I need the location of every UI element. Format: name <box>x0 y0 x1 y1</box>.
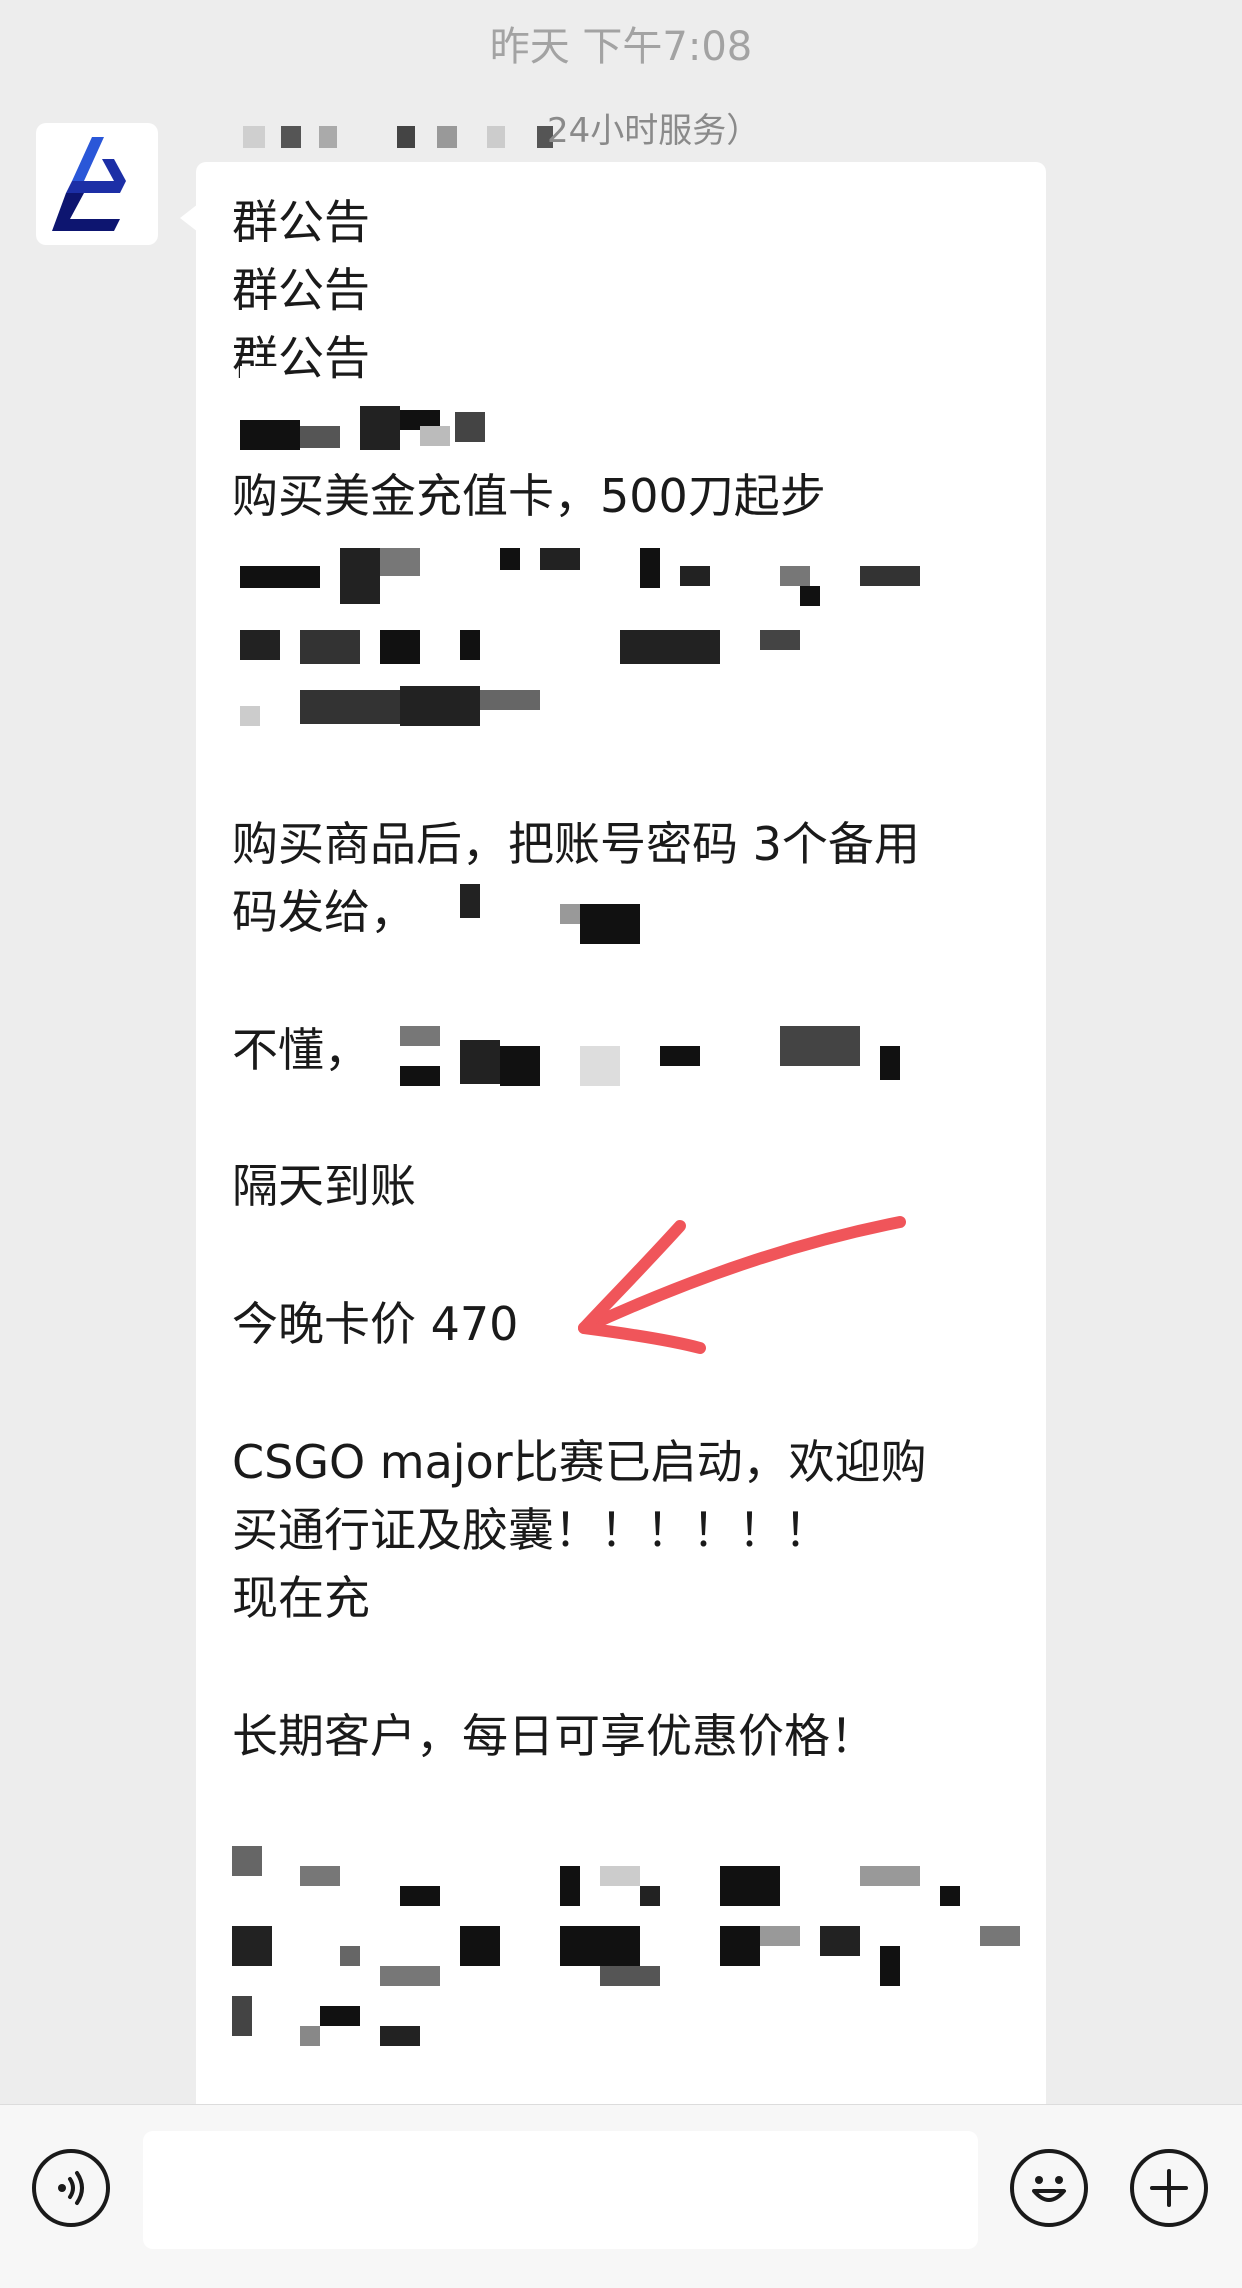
emoji-icon <box>1032 2176 1066 2202</box>
message-line: CSGO major比赛已启动，欢迎购 <box>232 1435 927 1489</box>
message-line-price: 今晚卡价 470 <box>232 1297 519 1351</box>
brand-logo-icon <box>52 137 126 231</box>
sender-name: 24小时服务） <box>237 106 837 156</box>
message-line: 群公告 <box>232 263 370 317</box>
message-line: 现在充 <box>232 1571 370 1625</box>
message-line: 购买美金充值卡，500刀起步 <box>232 469 826 523</box>
message-line: 长期客户，每日可享优惠价格！ <box>232 1709 876 1763</box>
message-input[interactable] <box>143 2131 978 2249</box>
composer-bar <box>0 2104 1242 2288</box>
voice-icon <box>58 2171 84 2205</box>
sender-name-text: 24小时服务） <box>547 111 761 151</box>
arrow-annotation-icon <box>578 1216 906 1354</box>
voice-button[interactable] <box>32 2149 110 2227</box>
plus-icon <box>1150 2169 1188 2207</box>
message-line: 码发给， <box>232 885 416 939</box>
chat-timestamp: 昨天 下午7:08 <box>489 24 753 70</box>
sender-avatar[interactable] <box>36 123 158 245</box>
more-button[interactable] <box>1130 2149 1208 2227</box>
message-line: 买通行证及胶囊！！！！！！ <box>232 1503 830 1557</box>
emoji-button[interactable] <box>1010 2149 1088 2227</box>
message-line: 不懂， <box>232 1023 370 1077</box>
message-line: 购买商品后，把账号密码 3个备用 <box>232 817 920 871</box>
message-line: 隔天到账 <box>232 1159 416 1213</box>
message-line: 群公告 <box>232 195 370 249</box>
